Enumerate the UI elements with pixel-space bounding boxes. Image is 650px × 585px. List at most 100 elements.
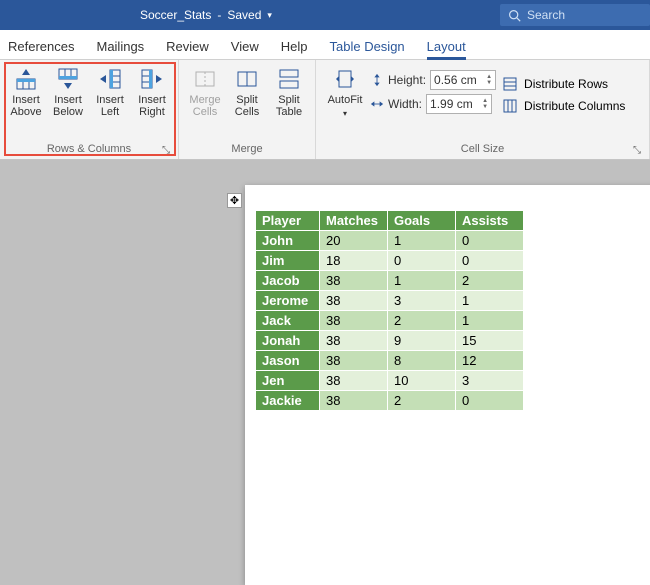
tab-view[interactable]: View — [231, 39, 259, 59]
dialog-launcher-icon[interactable]: ⤡ — [162, 145, 170, 156]
search-box[interactable] — [500, 4, 650, 26]
height-icon — [370, 73, 384, 87]
split-table-icon — [276, 66, 302, 92]
table-cell[interactable]: Jonah — [256, 331, 320, 351]
titlebar: Soccer_Stats - Saved ▾ — [0, 0, 650, 30]
ribbon: Insert Above Insert Below Insert Left In… — [0, 60, 650, 160]
table-cell[interactable]: Jack — [256, 311, 320, 331]
soccer-stats-table[interactable]: PlayerMatchesGoalsAssists John2010Jim180… — [255, 210, 524, 411]
tab-help[interactable]: Help — [281, 39, 308, 59]
tab-layout[interactable]: Layout — [427, 39, 466, 60]
insert-right-icon — [139, 66, 165, 92]
table-cell[interactable]: Jackie — [256, 391, 320, 411]
table-cell[interactable]: 20 — [320, 231, 388, 251]
table-row[interactable]: Jerome3831 — [256, 291, 524, 311]
autofit-button[interactable]: AutoFit ▾ — [322, 64, 368, 120]
table-cell[interactable]: 38 — [320, 371, 388, 391]
table-cell[interactable]: 2 — [388, 311, 456, 331]
table-header[interactable]: Goals — [388, 211, 456, 231]
table-cell[interactable]: 0 — [456, 231, 524, 251]
table-cell[interactable]: 12 — [456, 351, 524, 371]
insert-below-button[interactable]: Insert Below — [48, 64, 88, 118]
group-label-rows-columns: Rows & Columns ⤡ — [6, 143, 172, 157]
table-row[interactable]: Jack3821 — [256, 311, 524, 331]
table-cell[interactable]: 38 — [320, 391, 388, 411]
table-cell[interactable]: 38 — [320, 331, 388, 351]
table-cell[interactable]: Jim — [256, 251, 320, 271]
tab-review[interactable]: Review — [166, 39, 209, 59]
table-cell[interactable]: 38 — [320, 291, 388, 311]
table-cell[interactable]: 1 — [388, 271, 456, 291]
group-cell-size: AutoFit ▾ Height: 0.56 cm ▲▼ Wi — [316, 60, 650, 159]
document-area: ✥ PlayerMatchesGoalsAssists John2010Jim1… — [0, 160, 650, 500]
table-cell[interactable]: 38 — [320, 351, 388, 371]
table-cell[interactable]: 3 — [388, 291, 456, 311]
table-cell[interactable]: 1 — [456, 311, 524, 331]
tab-references[interactable]: References — [8, 39, 74, 59]
distribute-columns-button[interactable]: Distribute Columns — [502, 98, 625, 114]
table-cell[interactable]: 38 — [320, 311, 388, 331]
save-status: Saved — [227, 8, 261, 22]
table-cell[interactable]: Jacob — [256, 271, 320, 291]
split-table-button[interactable]: Split Table — [269, 64, 309, 118]
table-move-handle[interactable]: ✥ — [227, 193, 242, 208]
table-header[interactable]: Player — [256, 211, 320, 231]
height-row: Height: 0.56 cm ▲▼ — [370, 70, 496, 90]
table-cell[interactable]: 9 — [388, 331, 456, 351]
table-cell[interactable]: 2 — [456, 271, 524, 291]
spinner-arrows-icon[interactable]: ▲▼ — [486, 74, 492, 86]
document-page[interactable]: ✥ PlayerMatchesGoalsAssists John2010Jim1… — [245, 185, 650, 585]
table-cell[interactable]: 3 — [456, 371, 524, 391]
table-cell[interactable]: John — [256, 231, 320, 251]
insert-right-button[interactable]: Insert Right — [132, 64, 172, 118]
table-row[interactable]: Jim1800 — [256, 251, 524, 271]
width-input[interactable]: 1.99 cm ▲▼ — [426, 94, 492, 114]
insert-above-button[interactable]: Insert Above — [6, 64, 46, 118]
table-cell[interactable]: 18 — [320, 251, 388, 271]
ribbon-tabs: References Mailings Review View Help Tab… — [0, 30, 650, 60]
table-cell[interactable]: Jason — [256, 351, 320, 371]
tab-mailings[interactable]: Mailings — [96, 39, 144, 59]
table-cell[interactable]: 38 — [320, 271, 388, 291]
table-row[interactable]: Jackie3820 — [256, 391, 524, 411]
table-cell[interactable]: Jen — [256, 371, 320, 391]
dialog-launcher-icon[interactable]: ⤡ — [633, 145, 641, 156]
split-cells-icon — [234, 66, 260, 92]
table-cell[interactable]: 0 — [388, 251, 456, 271]
height-label: Height: — [388, 73, 426, 87]
table-row[interactable]: Jen38103 — [256, 371, 524, 391]
table-cell[interactable]: Jerome — [256, 291, 320, 311]
table-row[interactable]: Jacob3812 — [256, 271, 524, 291]
table-cell[interactable]: 2 — [388, 391, 456, 411]
table-row[interactable]: Jason38812 — [256, 351, 524, 371]
group-rows-columns: Insert Above Insert Below Insert Left In… — [0, 60, 179, 159]
distribute-rows-icon — [502, 76, 518, 92]
autofit-icon — [332, 66, 358, 92]
height-input[interactable]: 0.56 cm ▲▼ — [430, 70, 496, 90]
width-row: Width: 1.99 cm ▲▼ — [370, 94, 496, 114]
table-cell[interactable]: 15 — [456, 331, 524, 351]
merge-cells-icon — [192, 66, 218, 92]
distribute-columns-icon — [502, 98, 518, 114]
insert-left-button[interactable]: Insert Left — [90, 64, 130, 118]
distribute-rows-button[interactable]: Distribute Rows — [502, 76, 625, 92]
search-input[interactable] — [527, 8, 627, 22]
table-cell[interactable]: 1 — [388, 231, 456, 251]
table-row[interactable]: Jonah38915 — [256, 331, 524, 351]
table-cell[interactable]: 8 — [388, 351, 456, 371]
chevron-down-icon[interactable]: ▾ — [267, 10, 272, 21]
width-label: Width: — [388, 97, 422, 111]
table-header[interactable]: Matches — [320, 211, 388, 231]
table-cell[interactable]: 1 — [456, 291, 524, 311]
insert-above-icon — [13, 66, 39, 92]
table-cell[interactable]: 0 — [456, 391, 524, 411]
split-cells-button[interactable]: Split Cells — [227, 64, 267, 118]
table-cell[interactable]: 10 — [388, 371, 456, 391]
table-header[interactable]: Assists — [456, 211, 524, 231]
group-merge: Merge Cells Split Cells Split Table Merg… — [179, 60, 316, 159]
table-row[interactable]: John2010 — [256, 231, 524, 251]
tab-table-design[interactable]: Table Design — [330, 39, 405, 59]
doc-filename: Soccer_Stats — [140, 8, 211, 22]
spinner-arrows-icon[interactable]: ▲▼ — [482, 98, 488, 110]
table-cell[interactable]: 0 — [456, 251, 524, 271]
